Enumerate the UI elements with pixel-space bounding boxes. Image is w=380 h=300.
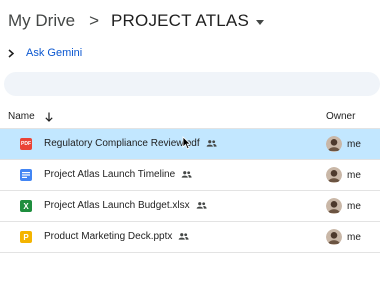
google-docs-icon: [20, 169, 32, 181]
owner-label: me: [347, 169, 361, 181]
current-folder-label: PROJECT ATLAS: [111, 11, 250, 30]
file-list: PDF Regulatory Compliance Review.pdf me …: [0, 128, 380, 253]
file-name: Project Atlas Launch Timeline: [44, 169, 176, 180]
shared-people-icon: [196, 202, 207, 209]
powerpoint-file-icon: P: [20, 231, 32, 243]
doc-lines-icon: [22, 172, 30, 178]
pdf-file-icon: PDF: [20, 138, 32, 150]
mouse-cursor-icon: [182, 136, 191, 150]
breadcrumb-my-drive[interactable]: My Drive: [8, 11, 75, 31]
file-list-header: Name Owner: [0, 106, 380, 128]
breadcrumb: My Drive > PROJECT ATLAS: [8, 8, 265, 34]
avatar: [326, 229, 342, 245]
caret-down-icon: [256, 19, 265, 25]
owner-column-header[interactable]: Owner: [326, 111, 355, 122]
file-name: Project Atlas Launch Budget.xlsx: [44, 200, 190, 211]
name-column-label: Name: [8, 111, 35, 122]
avatar: [326, 136, 342, 152]
owner-label: me: [347, 231, 361, 243]
excel-file-icon: X: [20, 200, 32, 212]
name-column-header[interactable]: Name: [8, 111, 53, 122]
file-row-product-marketing-deck[interactable]: P Product Marketing Deck.pptx me: [0, 222, 380, 253]
ask-gemini-button[interactable]: Ask Gemini: [8, 44, 82, 62]
owner-cell: me: [326, 167, 361, 183]
shared-people-icon: [206, 140, 217, 147]
file-row-project-atlas-launch-timeline[interactable]: Project Atlas Launch Timeline me: [0, 160, 380, 191]
ask-gemini-label: Ask Gemini: [26, 47, 83, 59]
owner-label: me: [347, 138, 361, 150]
owner-label: me: [347, 200, 361, 212]
owner-cell: me: [326, 229, 361, 245]
avatar: [326, 198, 342, 214]
breadcrumb-separator: >: [89, 11, 99, 30]
sort-arrow-down-icon: [45, 112, 53, 122]
file-name: Product Marketing Deck.pptx: [44, 231, 173, 242]
owner-cell: me: [326, 136, 361, 152]
shared-people-icon: [181, 171, 192, 178]
shared-people-icon: [179, 233, 189, 240]
search-bar[interactable]: [4, 72, 380, 96]
chevron-right-icon: [8, 48, 14, 58]
breadcrumb-current-folder[interactable]: PROJECT ATLAS: [111, 11, 265, 31]
avatar: [326, 167, 342, 183]
owner-cell: me: [326, 198, 361, 214]
file-name: Regulatory Compliance Review.pdf: [44, 138, 200, 149]
file-row-regulatory-compliance-review[interactable]: PDF Regulatory Compliance Review.pdf me: [0, 129, 380, 160]
file-row-project-atlas-launch-budget[interactable]: X Project Atlas Launch Budget.xlsx me: [0, 191, 380, 222]
